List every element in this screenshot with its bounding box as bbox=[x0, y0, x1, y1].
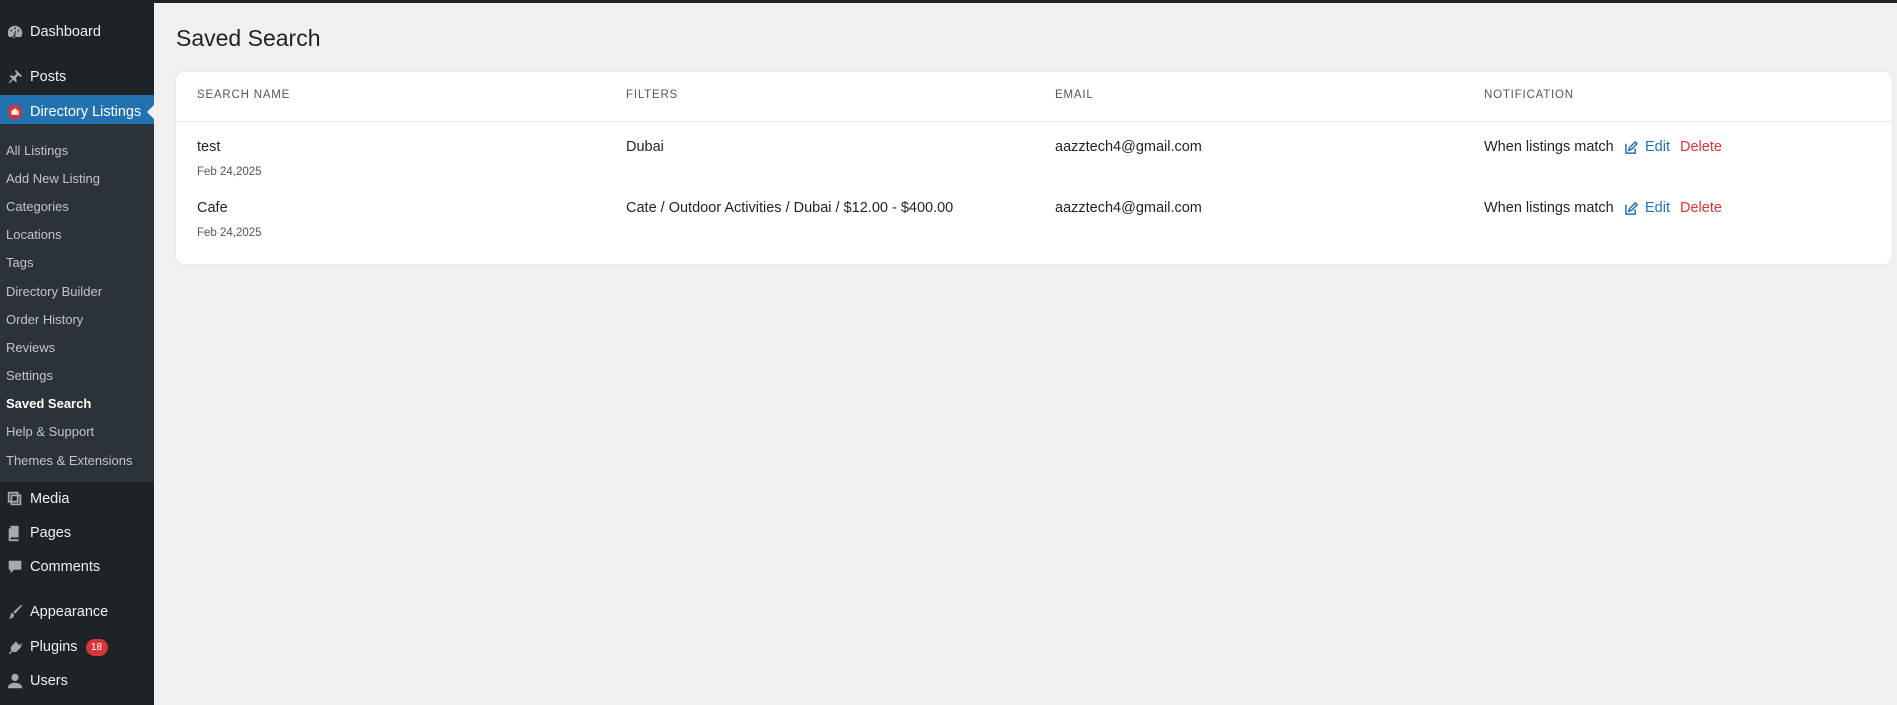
menu-label: Users bbox=[30, 673, 68, 689]
column-header-search-name: SEARCH NAME bbox=[197, 89, 291, 101]
notification-setting: When listings match bbox=[1484, 200, 1614, 216]
menu-item-users[interactable]: Users bbox=[0, 666, 154, 696]
submenu-all-listings[interactable]: All Listings bbox=[6, 143, 68, 158]
search-email: aazztech4@gmail.com bbox=[1055, 200, 1202, 216]
submenu-settings[interactable]: Settings bbox=[6, 368, 53, 383]
menu-item-comments[interactable]: Comments bbox=[0, 552, 154, 582]
submenu-directory-builder[interactable]: Directory Builder bbox=[6, 284, 102, 299]
search-filters: Cate / Outdoor Activities / Dubai / $12.… bbox=[626, 200, 954, 216]
menu-label: Media bbox=[30, 491, 70, 507]
search-date: Feb 24,2025 bbox=[197, 166, 262, 178]
column-header-email: EMAIL bbox=[1055, 89, 1094, 101]
admin-sidebar: Dashboard Posts Directory Listings All L… bbox=[0, 0, 155, 705]
submenu-reviews[interactable]: Reviews bbox=[6, 340, 55, 355]
menu-label: Pages bbox=[30, 525, 72, 541]
pin-icon bbox=[0, 68, 30, 86]
delete-button[interactable]: Delete bbox=[1680, 200, 1722, 216]
table-header-divider bbox=[176, 121, 1892, 122]
page-title: Saved Search bbox=[176, 25, 321, 51]
column-header-filters: FILTERS bbox=[626, 89, 679, 101]
pages-icon bbox=[0, 524, 30, 542]
submenu-add-new-listing[interactable]: Add New Listing bbox=[6, 171, 100, 186]
search-date: Feb 24,2025 bbox=[197, 227, 262, 239]
submenu-order-history[interactable]: Order History bbox=[6, 312, 83, 327]
notification-setting: When listings match bbox=[1484, 139, 1614, 155]
directory-icon bbox=[0, 103, 30, 121]
submenu-tags[interactable]: Tags bbox=[6, 255, 33, 270]
menu-item-media[interactable]: Media bbox=[0, 484, 154, 514]
submenu-categories[interactable]: Categories bbox=[6, 199, 69, 214]
directory-submenu: All Listings Add New Listing Categories … bbox=[0, 124, 154, 482]
search-email: aazztech4@gmail.com bbox=[1055, 139, 1202, 155]
menu-item-pages[interactable]: Pages bbox=[0, 518, 154, 548]
plugin-icon bbox=[0, 638, 30, 656]
edit-button[interactable]: Edit bbox=[1625, 139, 1670, 155]
submenu-locations[interactable]: Locations bbox=[6, 227, 62, 242]
edit-icon bbox=[1625, 140, 1638, 154]
edit-button[interactable]: Edit bbox=[1625, 200, 1670, 216]
search-name: Cafe bbox=[197, 200, 228, 216]
menu-label: Plugins bbox=[30, 639, 78, 655]
menu-label: Directory Listings bbox=[30, 103, 142, 120]
menu-label: Comments bbox=[30, 559, 101, 575]
admin-top-bar bbox=[0, 0, 1897, 3]
saved-search-table-card bbox=[176, 72, 1892, 264]
column-header-notification: NOTIFICATION bbox=[1484, 89, 1574, 101]
submenu-saved-search[interactable]: Saved Search bbox=[6, 396, 91, 411]
media-icon bbox=[0, 490, 30, 508]
user-icon bbox=[0, 672, 30, 690]
brush-icon bbox=[0, 603, 30, 621]
menu-item-dashboard[interactable]: Dashboard bbox=[0, 17, 154, 47]
menu-item-appearance[interactable]: Appearance bbox=[0, 597, 154, 627]
submenu-help-support[interactable]: Help & Support bbox=[6, 424, 94, 439]
menu-label: Posts bbox=[30, 69, 67, 85]
edit-icon bbox=[1625, 201, 1638, 215]
plugins-update-badge: 18 bbox=[85, 638, 108, 656]
menu-label: Dashboard bbox=[30, 24, 101, 40]
menu-label: Appearance bbox=[30, 604, 109, 620]
submenu-themes-extensions[interactable]: Themes & Extensions bbox=[6, 453, 132, 468]
search-filters: Dubai bbox=[626, 139, 664, 155]
menu-item-plugins[interactable]: Plugins 18 bbox=[0, 632, 154, 662]
delete-button[interactable]: Delete bbox=[1680, 139, 1722, 155]
menu-item-posts[interactable]: Posts bbox=[0, 62, 154, 92]
dashboard-icon bbox=[0, 23, 30, 41]
search-name: test bbox=[197, 139, 221, 155]
comment-icon bbox=[0, 558, 30, 576]
active-menu-arrow bbox=[147, 103, 155, 120]
